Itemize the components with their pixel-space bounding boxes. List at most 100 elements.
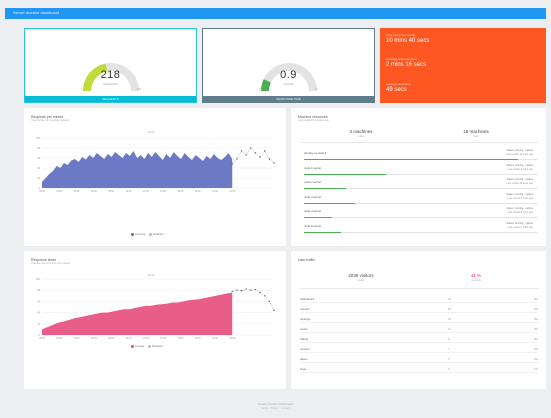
traffic-row[interactable]: /servers 7 2% xyxy=(300,344,538,353)
requests-gauge-card: 218 requests/min 0 500 REQUESTS xyxy=(24,28,197,103)
machine-row[interactable]: node-3-server Status: running · uptime Las… xyxy=(304,192,537,204)
kpi-label: returning xyxy=(471,279,481,282)
traffic-count: 15 xyxy=(448,317,452,321)
machine-load-bar xyxy=(304,202,356,204)
gauge-unit: requests/min xyxy=(103,83,118,86)
app-title: Server monitor dashboard xyxy=(13,10,60,15)
machine-row[interactable]: node-1-server Status: running · uptime Las… xyxy=(304,163,537,175)
machine-row[interactable]: node-5-server Status: running · uptime Las… xyxy=(304,221,537,233)
machine-load-bar xyxy=(304,173,386,175)
traffic-share: 6% xyxy=(533,307,538,311)
traffic-row[interactable]: /billing 9 3% xyxy=(300,334,538,343)
divider xyxy=(300,288,538,289)
stat-label: Average response time xyxy=(386,57,417,61)
gauge-max: 500 xyxy=(137,88,142,91)
stat-value: 49 secs xyxy=(386,87,407,93)
machine-row[interactable]: node-4-server Status: running · uptime Las… xyxy=(304,206,537,218)
machine-detail: Last restart 3 mins ago xyxy=(507,225,533,229)
x-tick-label: 02:00 xyxy=(56,338,62,340)
response-gauge xyxy=(261,63,317,91)
traffic-share: 8% xyxy=(533,297,538,301)
top-app-bar: Server monitor dashboard xyxy=(5,8,546,19)
traffic-row[interactable]: /logs 3 1% xyxy=(300,364,538,373)
y-tick-label: 40 xyxy=(37,167,40,170)
x-tick-label: 20:00 xyxy=(212,191,218,193)
x-tick-label: 14:00 xyxy=(160,191,166,193)
machine-name: node-3-server xyxy=(304,194,322,199)
gauge-max: 10 xyxy=(315,88,318,91)
kpi-value: 41 % xyxy=(470,273,482,278)
y-tick-label: 100 xyxy=(36,137,41,140)
x-tick-label: 18:00 xyxy=(195,338,201,340)
x-tick-label: 22:00 xyxy=(229,191,235,193)
response-chart: 100 80 60 40 20 000:00 02:00 04:00 06:00 08:00 10:… xyxy=(36,278,275,340)
traffic-page: /billing xyxy=(300,337,308,341)
x-tick-label: 12:00 xyxy=(143,338,149,340)
kpi-label: online xyxy=(357,135,365,138)
footer-title: Server monitor dashboard xyxy=(258,402,293,406)
traffic-row[interactable]: /reports 18 6% xyxy=(300,304,538,313)
traffic-row[interactable]: /dashboard 24 8% xyxy=(300,294,538,303)
requests-chart: 100 80 60 40 20 000:00 02:00 04:00 06:00 08:00 10:… xyxy=(36,137,275,193)
y-tick-label: 80 xyxy=(37,147,40,150)
response-chart-card: Response times Average response time per… xyxy=(24,251,286,389)
machine-name: node-5-server xyxy=(304,223,322,228)
machine-detail: Last restart 8 mins ago xyxy=(507,211,533,214)
traffic-page: /dashboard xyxy=(300,297,314,301)
machine-name: primary-eu-west-1 xyxy=(304,151,327,155)
gauge-value: 218 xyxy=(100,69,121,81)
y-tick-label: 0 xyxy=(39,334,41,337)
x-tick-label: 08:00 xyxy=(108,191,114,193)
legend-label: Predicted xyxy=(152,233,164,237)
panel-title: User traffic xyxy=(298,258,315,262)
legend-dot xyxy=(131,233,134,236)
uptime-stats-card: Time since last restart 10 mins 40 secs … xyxy=(380,28,546,103)
footer-links[interactable]: Terms · Privacy · Contact xyxy=(5,407,546,410)
x-tick-label: 04:00 xyxy=(74,338,80,340)
requests-gauge xyxy=(83,63,139,91)
traffic-row[interactable]: /users 11 4% xyxy=(300,324,538,333)
y-tick-label: 80 xyxy=(37,289,40,292)
traffic-row[interactable]: /alerts 5 2% xyxy=(300,354,538,363)
y-tick-label: 20 xyxy=(37,323,40,326)
chart-legend: Incoming Predicted xyxy=(128,233,163,236)
traffic-share: 5% xyxy=(533,317,538,321)
gauge-unit: seconds xyxy=(283,83,294,86)
kpi-value: 3 machines xyxy=(349,129,373,134)
x-tick-label: 14:00 xyxy=(160,338,166,340)
stat-value: 2 mins 16 secs xyxy=(386,62,427,68)
machine-load-bar xyxy=(304,217,332,218)
x-tick-label: 08:00 xyxy=(108,338,114,340)
machine-name: node-2-server xyxy=(304,180,322,184)
stat-label: Time since last restart xyxy=(386,33,416,37)
machine-row[interactable]: node-2-server Status: running · uptime Las… xyxy=(304,177,537,189)
x-tick-label: 06:00 xyxy=(91,338,97,340)
legend-label: Incoming xyxy=(135,233,146,237)
kpi-value: 18 machines xyxy=(463,129,489,134)
traffic-share: 2% xyxy=(533,357,538,361)
divider xyxy=(300,142,538,143)
machine-detail: Last restart 49 secs ago xyxy=(506,182,533,185)
legend-label: Average xyxy=(135,345,145,349)
stat-label: Average downtime xyxy=(386,82,411,86)
machine-row[interactable]: primary-eu-west-1 Status: running · uptim… xyxy=(304,148,537,160)
kpi-label: total xyxy=(473,135,479,138)
x-tick-label: 00:00 xyxy=(39,338,45,340)
machine-status: Status: running · uptime xyxy=(506,178,533,181)
traffic-count: 5 xyxy=(448,357,450,361)
x-tick-label: 22:00 xyxy=(229,338,235,340)
gauge-footer: REQUESTS xyxy=(25,96,196,102)
legend-label: Predicted xyxy=(151,345,163,349)
traffic-count: 11 xyxy=(448,327,451,331)
traffic-count: 18 xyxy=(448,307,452,311)
machine-detail: Last restart 5 mins ago xyxy=(507,196,533,200)
machine-status: Status: running · uptime xyxy=(506,207,533,210)
machine-load-bar xyxy=(304,188,346,189)
y-tick-label: 40 xyxy=(37,312,40,315)
machines-card: Machine resources Last updated 5 minutes… xyxy=(291,108,546,246)
y-tick-label: 0 xyxy=(39,187,41,190)
machine-status: Status: running · uptime xyxy=(506,192,533,196)
gauge-value: 0.9 xyxy=(280,69,297,81)
traffic-row[interactable]: /settings 15 5% xyxy=(300,314,538,323)
y-tick-label: 60 xyxy=(37,300,40,303)
